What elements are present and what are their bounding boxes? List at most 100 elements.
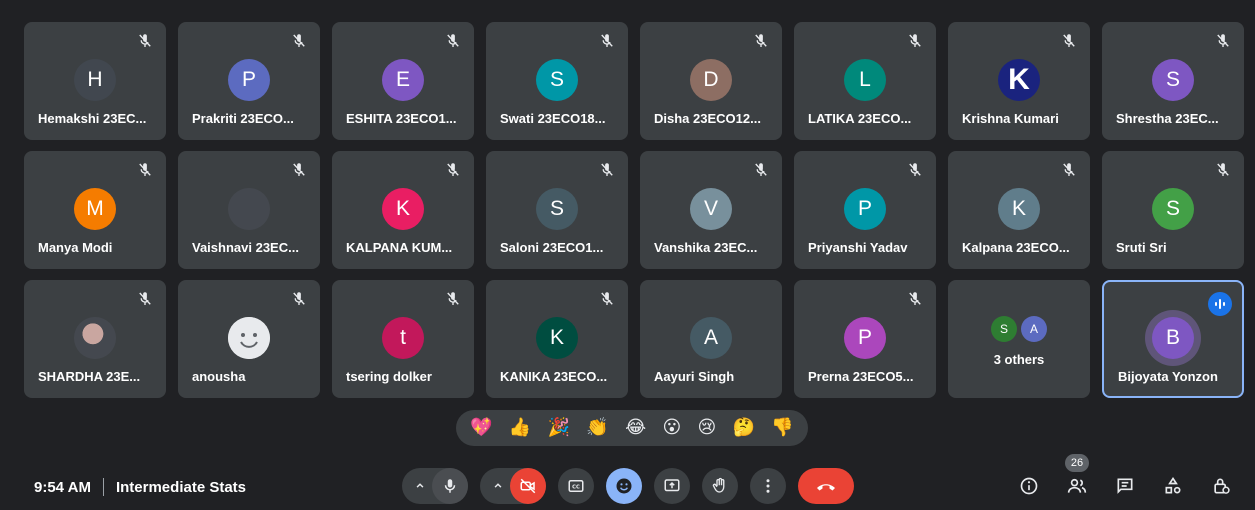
chat-button[interactable] (1105, 468, 1145, 504)
participant-tile[interactable]: K KANIKA 23ECO... (486, 280, 628, 398)
mini-avatar: A (1021, 316, 1047, 342)
reaction-button[interactable]: 👎 (771, 419, 793, 437)
mic-off-icon (290, 161, 308, 179)
meeting-time: 9:54 AM (34, 478, 91, 496)
captions-icon: CC (568, 480, 584, 492)
participant-name: KALPANA KUM... (346, 240, 453, 255)
participant-tile[interactable]: Vaishnavi 23EC... (178, 151, 320, 269)
avatar: L (844, 59, 886, 101)
participant-name: Aayuri Singh (654, 369, 735, 384)
participant-name: Bijoyata Yonzon (1118, 369, 1218, 384)
reaction-button[interactable]: 💖 (470, 419, 492, 437)
avatar: B (1152, 317, 1194, 359)
participant-name: Shrestha 23EC... (1116, 111, 1219, 126)
participant-name: ESHITA 23ECO1... (346, 111, 457, 126)
participant-tile[interactable]: P Prakriti 23ECO... (178, 22, 320, 140)
camera-button[interactable] (510, 468, 546, 504)
avatar: S (536, 59, 578, 101)
host-controls-button[interactable] (1201, 468, 1241, 504)
avatar (228, 317, 270, 359)
audio-options-button[interactable] (408, 468, 432, 504)
more-options-button[interactable] (750, 468, 786, 504)
meeting-info: 9:54 AM Intermediate Stats (34, 478, 246, 496)
participant-name: Disha 23ECO12... (654, 111, 761, 126)
reaction-button[interactable]: 👍 (509, 419, 531, 437)
activities-button[interactable] (1153, 468, 1193, 504)
participant-name: Manya Modi (38, 240, 113, 255)
self-tile[interactable]: B Bijoyata Yonzon (1102, 280, 1244, 398)
mic-off-icon (598, 32, 616, 50)
participant-tile[interactable]: anousha (178, 280, 320, 398)
mic-off-icon (136, 290, 154, 308)
meeting-details-button[interactable] (1009, 468, 1049, 504)
reaction-button[interactable]: 😢 (698, 419, 717, 437)
avatar (228, 188, 270, 230)
mic-off-icon (290, 290, 308, 308)
reactions-bar: 💖 👍 🎉 👏 😂 😮 😢 🤔 👎 (456, 410, 808, 446)
end-call-icon (817, 484, 835, 491)
participant-tile[interactable]: SHARDHA 23E... (24, 280, 166, 398)
avatar: K (536, 317, 578, 359)
raise-hand-button[interactable] (702, 468, 738, 504)
participant-tile[interactable]: L LATIKA 23ECO... (794, 22, 936, 140)
participant-tile[interactable]: P Prerna 23ECO5... (794, 280, 936, 398)
participant-tile[interactable]: P Priyanshi Yadav (794, 151, 936, 269)
avatar: S (1152, 59, 1194, 101)
smiley-avatar-icon (228, 317, 270, 359)
participant-name: Priyanshi Yadav (808, 240, 908, 255)
reaction-button[interactable]: 🤔 (733, 419, 755, 437)
present-screen-icon (664, 479, 680, 492)
host-controls-icon (1214, 478, 1230, 494)
participant-tile[interactable]: M Manya Modi (24, 151, 166, 269)
participant-tile[interactable]: E ESHITA 23ECO1... (332, 22, 474, 140)
mic-off-icon (906, 32, 924, 50)
reaction-button[interactable]: 😮 (662, 419, 681, 437)
mic-off-icon (906, 290, 924, 308)
speaking-indicator-icon (1208, 292, 1232, 316)
participant-name: Hemakshi 23EC... (38, 111, 147, 126)
participant-tile[interactable]: S Saloni 23ECO1... (486, 151, 628, 269)
microphone-button[interactable] (432, 468, 468, 504)
participant-tile[interactable]: K Kalpana 23ECO... (948, 151, 1090, 269)
activities-icon (1165, 476, 1181, 494)
reaction-button[interactable]: 🎉 (548, 419, 570, 437)
meeting-title[interactable]: Intermediate Stats (116, 479, 246, 496)
participant-tile[interactable]: S Sruti Sri (1102, 151, 1244, 269)
participant-tile[interactable]: V Vanshika 23EC... (640, 151, 782, 269)
participant-tile[interactable]: H Hemakshi 23EC... (24, 22, 166, 140)
avatar: P (844, 188, 886, 230)
avatar: S (536, 188, 578, 230)
participant-tile[interactable]: D Disha 23ECO12... (640, 22, 782, 140)
participant-name: Vaishnavi 23EC... (192, 240, 299, 255)
participant-tile[interactable]: K Krishna Kumari (948, 22, 1090, 140)
end-call-button[interactable] (798, 468, 854, 504)
participant-tile[interactable]: A Aayuri Singh (640, 280, 782, 398)
participant-name: Kalpana 23ECO... (962, 240, 1070, 255)
others-tile[interactable]: SA 3 others (948, 280, 1090, 398)
participant-grid: H Hemakshi 23EC... P Prakriti 23ECO... E ESHI… (24, 22, 1244, 398)
participant-tile[interactable]: t tsering dolker (332, 280, 474, 398)
participant-tile[interactable]: K KALPANA KUM... (332, 151, 474, 269)
participant-tile[interactable]: S Shrestha 23EC... (1102, 22, 1244, 140)
present-button[interactable] (654, 468, 690, 504)
video-options-button[interactable] (486, 468, 510, 504)
captions-button[interactable]: CC (558, 468, 594, 504)
participant-name: SHARDHA 23E... (38, 369, 141, 384)
avatar: K (998, 188, 1040, 230)
avatar: t (382, 317, 424, 359)
mic-off-icon (136, 32, 154, 50)
participant-tile[interactable]: S Swati 23ECO18... (486, 22, 628, 140)
people-button[interactable]: 26 (1057, 454, 1097, 504)
reaction-button[interactable]: 👏 (586, 419, 608, 437)
emoji-button[interactable] (606, 468, 642, 504)
avatar: K (998, 59, 1040, 101)
mic-off-icon (1060, 161, 1078, 179)
avatar: M (74, 188, 116, 230)
reaction-button[interactable]: 😂 (625, 419, 646, 437)
mic-off-icon (444, 32, 462, 50)
mic-off-icon (1214, 161, 1232, 179)
participant-name: Krishna Kumari (962, 111, 1059, 126)
mic-control-group (402, 468, 468, 504)
chat-icon (1117, 478, 1133, 494)
microphone-icon (444, 479, 456, 493)
